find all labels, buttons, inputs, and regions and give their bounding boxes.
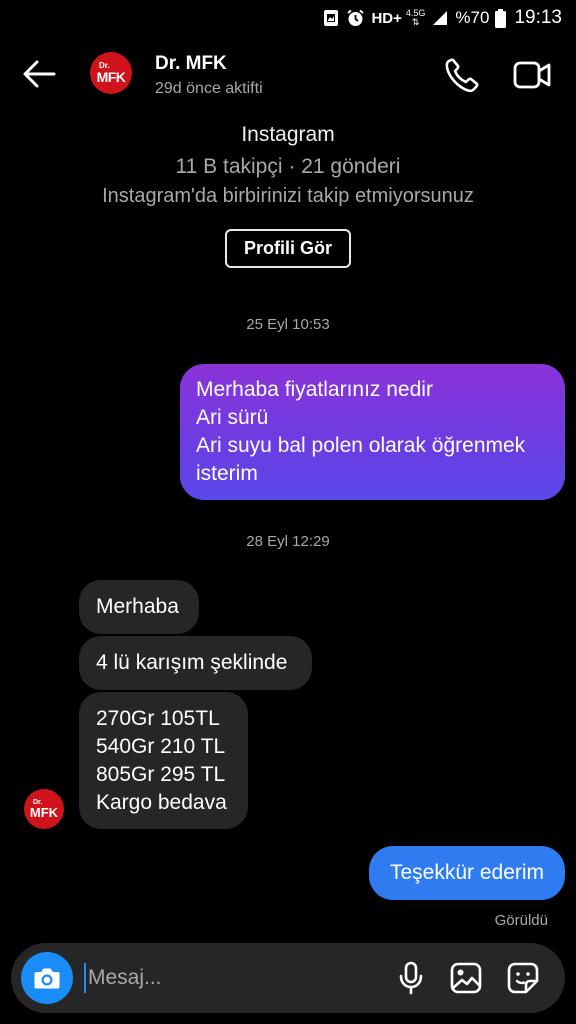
message-timestamp: 25 Eyl 10:53 — [246, 316, 330, 333]
camera-icon — [34, 968, 60, 989]
voice-message-button[interactable] — [393, 960, 429, 996]
message-line: Merhaba fiyatlarınız nedir — [196, 378, 433, 401]
message-text: 4 lü karışım şeklinde — [96, 651, 288, 674]
profile-username-clipped — [0, 96, 576, 112]
gallery-icon — [450, 962, 482, 994]
profile-mutual-follow: Instagram'da birbirinizi takip etmiyorsu… — [102, 185, 474, 207]
photo-notification-icon — [322, 9, 340, 27]
message-line: 805Gr 295 TL — [96, 762, 226, 786]
incoming-message[interactable]: 4 lü karışım şeklinde — [79, 636, 312, 690]
message-text: Teşekkür ederim — [389, 861, 545, 884]
profile-platform: Instagram — [241, 123, 335, 146]
incoming-message[interactable]: Merhaba — [79, 580, 199, 634]
signal-icon — [431, 9, 449, 27]
seen-indicator: Görüldü — [494, 912, 548, 929]
sender-avatar[interactable]: Dr. MFK — [24, 789, 64, 829]
contact-name[interactable]: Dr. MFK — [155, 53, 227, 75]
outgoing-message[interactable]: Teşekkür ederim — [369, 846, 565, 900]
message-composer — [11, 943, 565, 1013]
message-line: isterim — [196, 462, 258, 485]
message-timestamp: 28 Eyl 12:29 — [246, 533, 330, 550]
phone-icon — [445, 58, 479, 93]
network-generation: 4.5G ⇅ — [405, 8, 426, 27]
alarm-icon — [346, 9, 365, 28]
network-type: HD+ — [371, 9, 402, 27]
voice-call-button[interactable] — [443, 56, 481, 94]
message-line: 540Gr 210 TL — [96, 734, 226, 758]
avatar-text-main: MFK — [96, 69, 126, 85]
microphone-icon — [399, 961, 423, 995]
battery-level: %70 — [455, 8, 490, 27]
battery-icon — [495, 8, 507, 28]
message-line: Ari sürü — [196, 406, 269, 429]
message-input[interactable] — [88, 960, 378, 996]
back-arrow-icon — [23, 60, 56, 88]
view-profile-button[interactable]: Profili Gör — [225, 229, 351, 268]
incoming-message[interactable]: 270Gr 105TL 540Gr 210 TL 805Gr 295 TL Ka… — [79, 692, 248, 829]
message-line: 270Gr 105TL — [96, 706, 220, 730]
video-call-button[interactable] — [512, 56, 552, 94]
video-camera-icon — [513, 61, 551, 89]
outgoing-message[interactable]: Merhaba fiyatlarınız nedir Ari sürü Ari … — [180, 364, 565, 500]
sticker-button[interactable] — [505, 960, 541, 996]
camera-button[interactable] — [21, 952, 73, 1004]
message-line: Ari suyu bal polen olarak öğrenmek — [196, 434, 526, 457]
back-button[interactable] — [20, 54, 60, 94]
sticker-icon — [507, 962, 539, 994]
status-bar: HD+ 4.5G ⇅ %70 19:13 — [0, 0, 576, 36]
profile-stats: 11 B takipçi · 21 gönderi — [175, 155, 401, 178]
message-line: Kargo bedava — [96, 790, 227, 814]
avatar[interactable]: Dr. MFK — [90, 52, 132, 94]
avatar-text-main: MFK — [29, 805, 59, 820]
message-text: Merhaba — [96, 595, 179, 618]
text-cursor — [84, 963, 86, 993]
gallery-button[interactable] — [448, 960, 484, 996]
clock: 19:13 — [514, 7, 562, 28]
